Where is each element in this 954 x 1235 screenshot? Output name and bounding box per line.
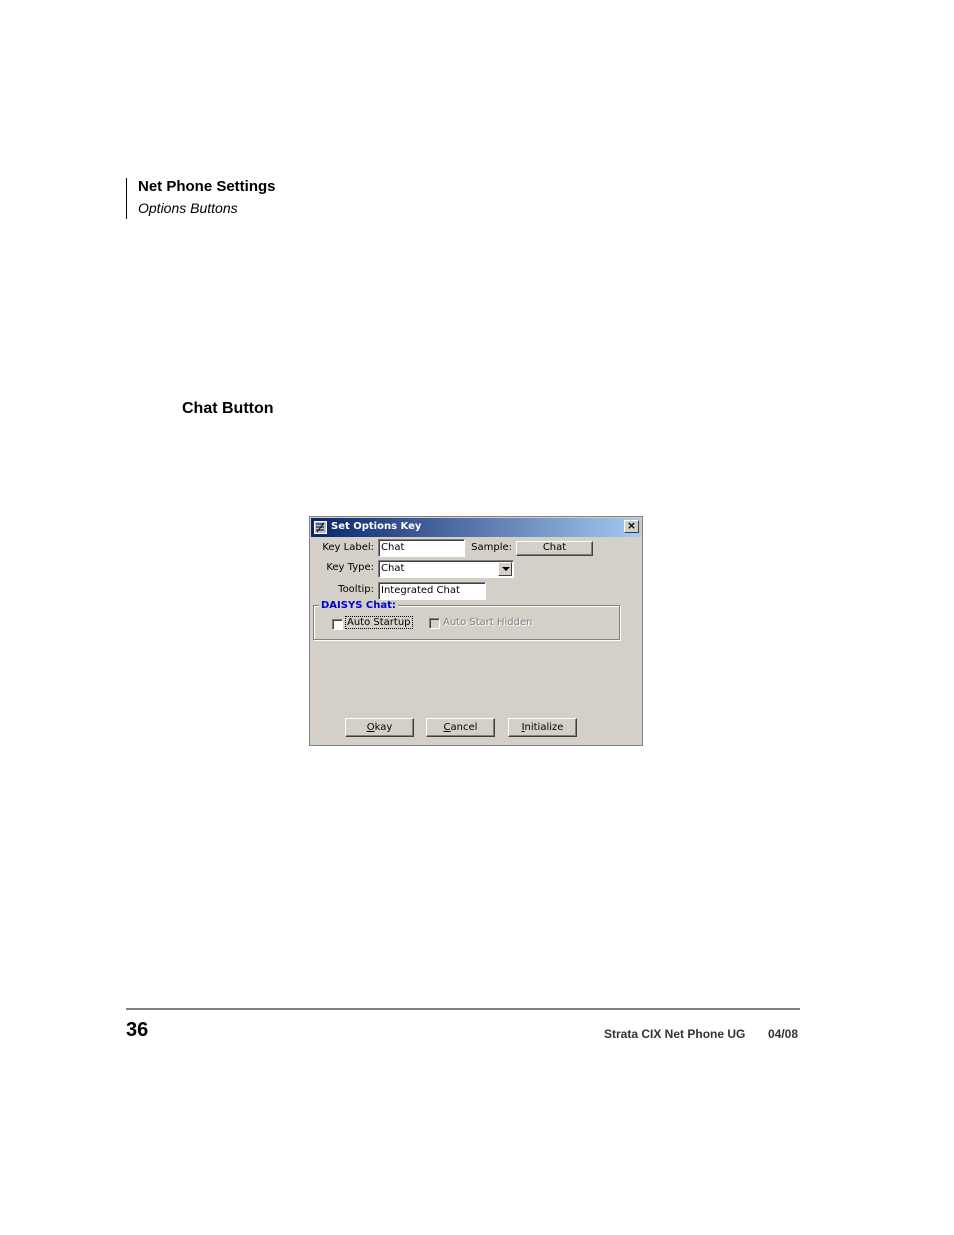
chapter-title: Net Phone Settings: [138, 178, 276, 195]
auto-start-hidden-checkbox: [429, 618, 440, 629]
footer-date: 04/08: [768, 1027, 799, 1041]
okay-button[interactable]: Okay: [345, 718, 414, 737]
chapter-subtitle: Options Buttons: [138, 200, 238, 216]
key-type-select[interactable]: Chat: [378, 560, 514, 578]
dialog-title: Set Options Key: [331, 521, 422, 532]
close-icon: ×: [626, 519, 637, 532]
sample-label: Sample:: [471, 542, 512, 553]
header-rule: [126, 178, 127, 219]
initialize-label: nitialize: [524, 722, 564, 733]
cancel-label: ancel: [450, 722, 478, 733]
key-label-label: Key Label:: [322, 542, 374, 553]
page-number: 36: [126, 1019, 149, 1041]
daisys-chat-group-title: DAISYS Chat:: [319, 600, 398, 611]
key-type-label: Key Type:: [326, 562, 374, 573]
auto-start-hidden-label: Auto Start Hidden: [443, 617, 533, 628]
auto-startup-label[interactable]: Auto Startup: [345, 616, 413, 629]
close-button[interactable]: ×: [624, 520, 639, 533]
cancel-mnemonic: C: [443, 722, 451, 733]
footer-document-title: Strata CIX Net Phone UG: [604, 1027, 746, 1041]
footer-rule: [126, 1008, 800, 1010]
chevron-down-icon[interactable]: [498, 562, 512, 576]
set-options-key-dialog: Set Options Key × Key Label: Chat Sample…: [309, 516, 643, 746]
sample-button[interactable]: Chat: [516, 541, 593, 556]
initialize-button[interactable]: Initialize: [508, 718, 577, 737]
key-type-value: Chat: [381, 563, 405, 574]
app-icon: [314, 521, 327, 534]
okay-mnemonic: O: [366, 722, 375, 733]
auto-startup-checkbox[interactable]: [332, 619, 343, 630]
key-label-input[interactable]: Chat: [378, 539, 465, 557]
tooltip-label: Tooltip:: [338, 584, 374, 595]
okay-label: kay: [374, 722, 393, 733]
section-heading: Chat Button: [182, 400, 274, 417]
cancel-button[interactable]: Cancel: [426, 718, 495, 737]
tooltip-input[interactable]: Integrated Chat: [378, 582, 486, 600]
dialog-titlebar[interactable]: Set Options Key ×: [311, 518, 641, 537]
